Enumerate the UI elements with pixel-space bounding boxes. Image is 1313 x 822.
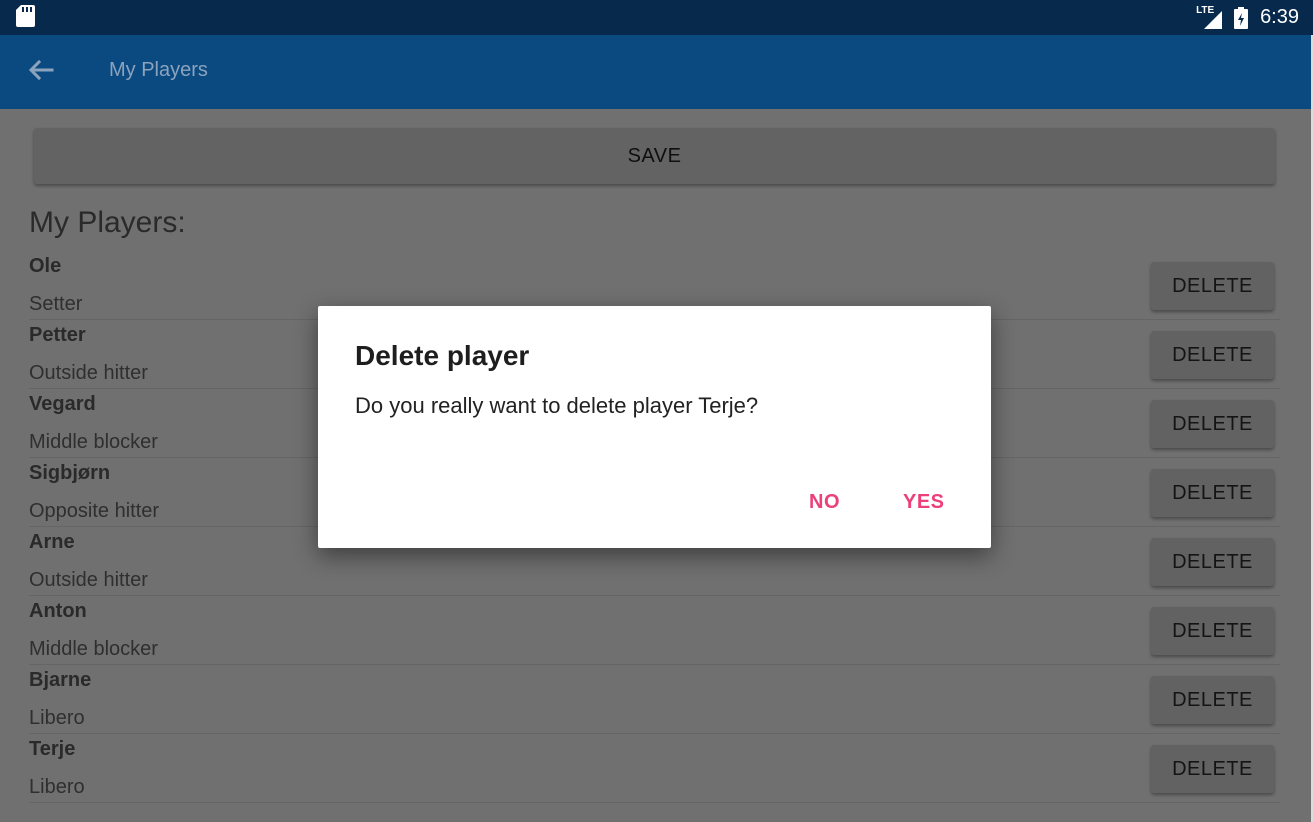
- player-name: Terje: [29, 738, 76, 760]
- signal-icon: LTE: [1196, 5, 1224, 29]
- player-position: Outside hitter: [29, 362, 148, 384]
- player-position: Outside hitter: [29, 569, 148, 591]
- player-row: Bjarne Libero DELETE: [29, 665, 1280, 734]
- dialog-message: Do you really want to delete player Terj…: [355, 393, 759, 418]
- status-icons: LTE 6:39: [1196, 0, 1299, 35]
- page-title: My Players: [109, 59, 208, 81]
- save-button[interactable]: SAVE: [34, 128, 1275, 184]
- player-name: Vegard: [29, 393, 96, 415]
- arrow-back-icon[interactable]: [24, 55, 56, 87]
- delete-button[interactable]: DELETE: [1151, 676, 1274, 724]
- player-position: Libero: [29, 707, 85, 729]
- delete-button[interactable]: DELETE: [1151, 262, 1274, 310]
- player-name: Petter: [29, 324, 86, 346]
- delete-button[interactable]: DELETE: [1151, 607, 1274, 655]
- status-bar: LTE 6:39: [0, 0, 1313, 35]
- player-row: Terje Libero DELETE: [29, 734, 1280, 803]
- clock: 6:39: [1260, 6, 1299, 28]
- app-bar: My Players: [0, 35, 1311, 109]
- delete-button[interactable]: DELETE: [1151, 400, 1274, 448]
- player-position: Setter: [29, 293, 83, 315]
- battery-icon: [1234, 6, 1249, 29]
- player-name: Bjarne: [29, 669, 92, 691]
- delete-button[interactable]: DELETE: [1151, 745, 1274, 793]
- player-position: Middle blocker: [29, 638, 158, 660]
- player-position: Opposite hitter: [29, 500, 160, 522]
- player-name: Arne: [29, 531, 75, 553]
- player-position: Libero: [29, 776, 85, 798]
- yes-button[interactable]: YES: [903, 491, 945, 514]
- dialog-title: Delete player: [355, 340, 530, 371]
- player-name: Ole: [29, 255, 62, 277]
- sd-card-icon: [16, 5, 35, 27]
- delete-confirm-dialog: Delete player Do you really want to dele…: [318, 306, 991, 548]
- delete-button[interactable]: DELETE: [1151, 331, 1274, 379]
- player-row: Anton Middle blocker DELETE: [29, 596, 1280, 665]
- players-heading: My Players:: [29, 206, 186, 239]
- player-position: Middle blocker: [29, 431, 158, 453]
- player-name: Sigbjørn: [29, 462, 111, 484]
- delete-button[interactable]: DELETE: [1151, 538, 1274, 586]
- no-button[interactable]: NO: [809, 491, 840, 514]
- delete-button[interactable]: DELETE: [1151, 469, 1274, 517]
- player-name: Anton: [29, 600, 87, 622]
